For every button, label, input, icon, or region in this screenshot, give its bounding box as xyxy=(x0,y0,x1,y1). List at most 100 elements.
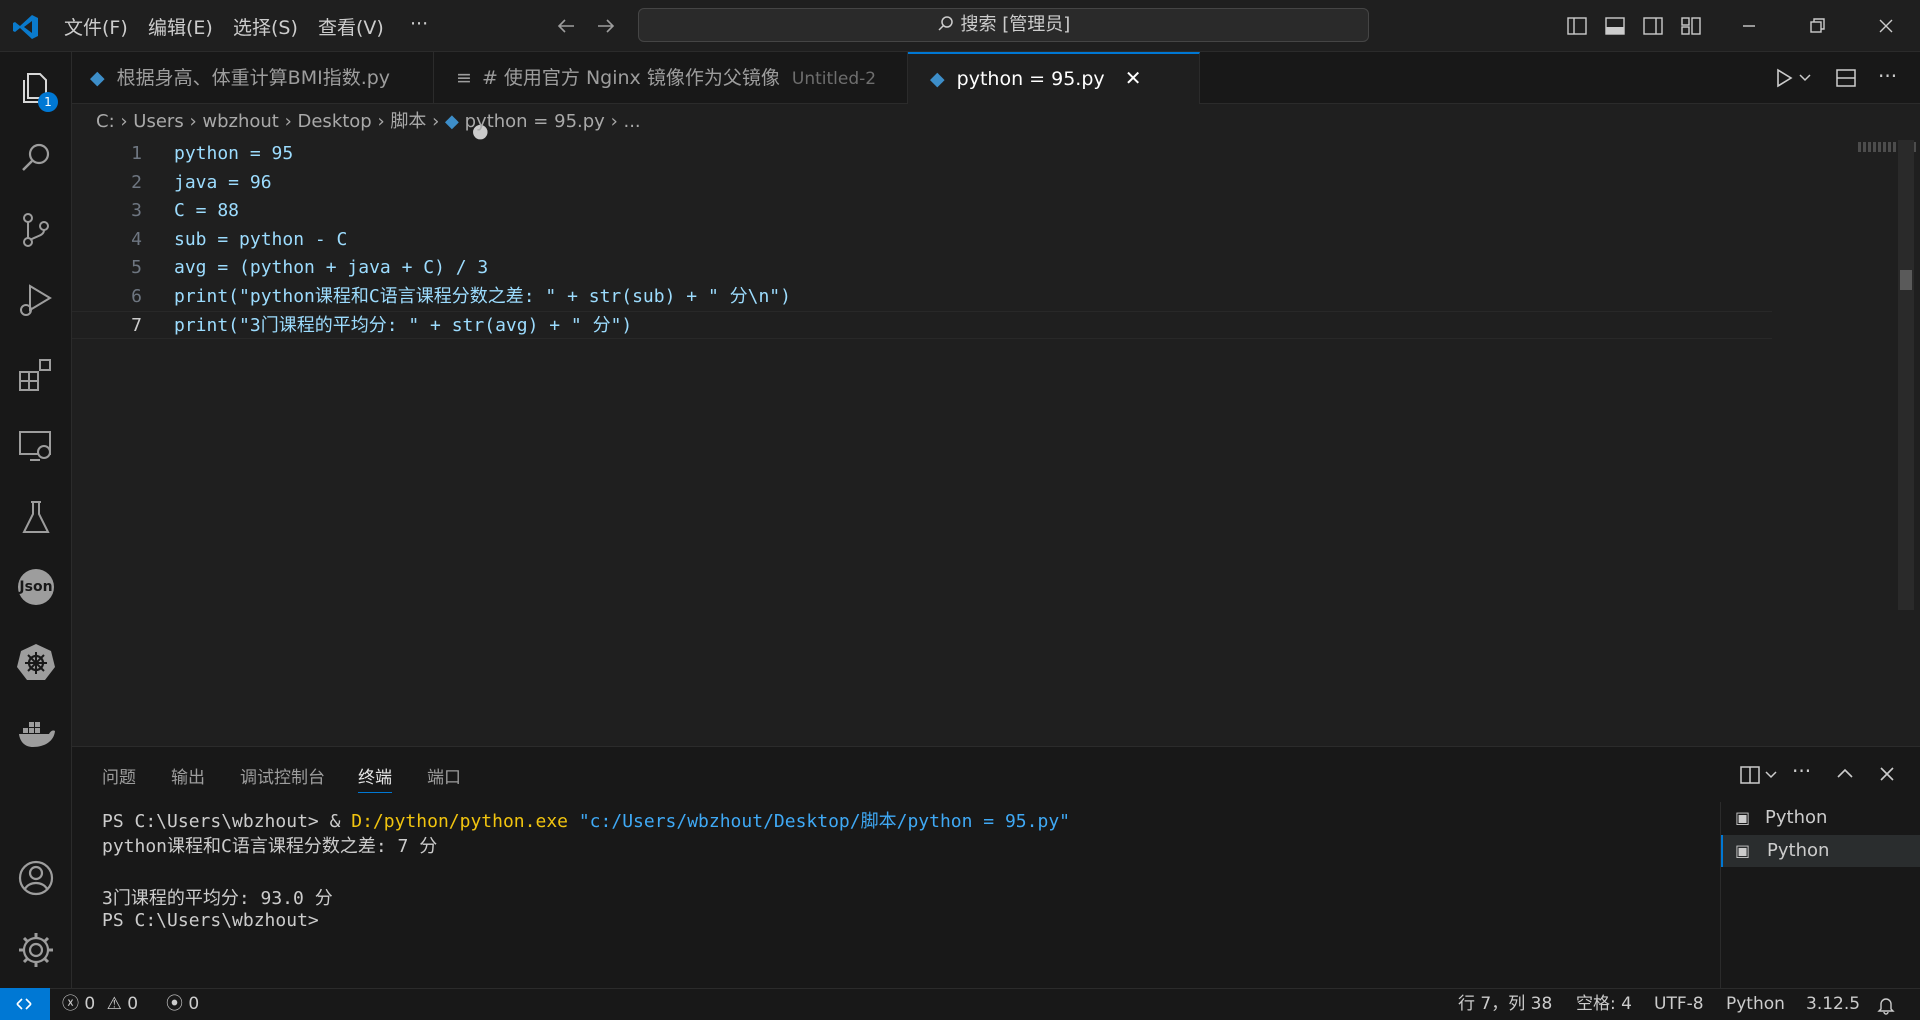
chevron-right-icon: › xyxy=(120,111,134,132)
json-extension-icon[interactable]: Json xyxy=(18,569,54,605)
code-line[interactable]: 1 python = 95 xyxy=(72,140,1772,168)
chevron-right-icon: › xyxy=(610,111,624,132)
menu-file[interactable]: 文件(F) xyxy=(64,13,128,40)
terminal-list-item[interactable]: ▣ Python xyxy=(1721,802,1920,834)
close-panel-icon[interactable] xyxy=(1876,763,1898,785)
explorer-badge: 1 xyxy=(38,92,58,112)
scrollbar-thumb[interactable] xyxy=(1900,270,1912,290)
code-line[interactable]: 4 sub = python - C xyxy=(72,226,1772,254)
panel-tab-ports[interactable]: 端口 xyxy=(427,763,461,788)
tab-python-95[interactable]: ◆ python = 95.py ✕ xyxy=(908,52,1200,104)
panel-tab-terminal[interactable]: 终端 xyxy=(358,763,392,793)
breadcrumb-item[interactable]: 脚本 xyxy=(390,111,426,132)
error-count: 0 xyxy=(84,994,96,1014)
extensions-icon[interactable] xyxy=(16,354,56,394)
toggle-secondary-sidebar-icon[interactable] xyxy=(1641,14,1665,38)
line-number: 3 xyxy=(131,200,142,221)
back-arrow-icon[interactable] xyxy=(554,14,578,38)
tab-untitled-2[interactable]: ≡ # 使用官方 Nginx 镜像作为父镜像 Untitled-2 ● xyxy=(434,52,908,142)
title-bar: 文件(F) 编辑(E) 选择(S) 查看(V) ··· 搜索 [管理员] xyxy=(0,0,1920,52)
code-line[interactable]: 6 print("python课程和C语言课程分数之差: " + str(sub… xyxy=(72,283,1772,311)
menu-selection[interactable]: 选择(S) xyxy=(233,13,298,40)
text-file-icon: ≡ xyxy=(456,67,472,89)
panel-tab-problems[interactable]: 问题 xyxy=(102,763,136,788)
more-actions-icon[interactable]: ··· xyxy=(1878,64,1897,88)
tab-bmi-file[interactable]: ◆ 根据身高、体重计算BMI指数.py xyxy=(72,52,434,104)
bottom-panel: 问题 输出 调试控制台 终端 端口 ··· PS C:\Users\wbzhou… xyxy=(72,746,1920,988)
terminal-icon: ▣ xyxy=(1735,808,1751,827)
breadcrumb-item[interactable]: Desktop xyxy=(298,111,372,132)
broadcast-icon: ⦿ xyxy=(166,994,183,1014)
status-bar: ⓧ 0 ⚠ 0 ⦿ 0 行 7，列 38 空格: 4 UTF-8 Python … xyxy=(0,988,1920,1020)
run-debug-icon[interactable] xyxy=(16,280,56,320)
minimize-icon[interactable] xyxy=(1737,14,1761,38)
line-number: 5 xyxy=(131,257,142,278)
source-control-icon[interactable] xyxy=(16,210,56,250)
code-text: print("python课程和C语言课程分数之差: " + str(sub) … xyxy=(174,286,791,307)
docker-icon[interactable] xyxy=(16,714,56,754)
breadcrumb-item[interactable]: Users xyxy=(133,111,183,132)
kubernetes-icon[interactable] xyxy=(16,642,56,682)
code-line[interactable]: 3 C = 88 xyxy=(72,197,1772,225)
testing-flask-icon[interactable] xyxy=(16,498,56,538)
command-center-search[interactable]: 搜索 [管理员] xyxy=(638,8,1369,42)
toggle-panel-icon[interactable] xyxy=(1603,14,1627,38)
code-line[interactable]: 5 avg = (python + java + C) / 3 xyxy=(72,254,1772,282)
code-line-current[interactable]: 7 print("3门课程的平均分: " + str(avg) + " 分") xyxy=(72,311,1772,339)
maximize-panel-icon[interactable] xyxy=(1834,763,1856,785)
minimap[interactable] xyxy=(1788,140,1918,746)
editor-tab-bar: ◆ 根据身高、体重计算BMI指数.py ≡ # 使用官方 Nginx 镜像作为父… xyxy=(72,52,1920,142)
forward-arrow-icon[interactable] xyxy=(594,14,618,38)
language-mode[interactable]: Python xyxy=(1726,989,1785,1020)
cursor-position[interactable]: 行 7，列 38 xyxy=(1458,989,1552,1020)
editor-scrollbar[interactable] xyxy=(1898,140,1914,610)
restore-icon[interactable] xyxy=(1805,14,1829,38)
tab-label: # 使用官方 Nginx 镜像作为父镜像 xyxy=(481,67,780,89)
problems-status[interactable]: ⓧ 0 ⚠ 0 xyxy=(62,989,138,1020)
ports-status[interactable]: ⦿ 0 xyxy=(166,989,199,1020)
code-line[interactable]: 2 java = 96 xyxy=(72,169,1772,197)
menu-edit[interactable]: 编辑(E) xyxy=(148,13,213,40)
menu-view[interactable]: 查看(V) xyxy=(318,13,384,40)
code-text: print("3门课程的平均分: " + str(avg) + " 分") xyxy=(174,315,633,336)
tab-close-icon[interactable]: ✕ xyxy=(1125,66,1142,90)
breadcrumb-item[interactable]: ... xyxy=(623,111,640,132)
menu-more[interactable]: ··· xyxy=(410,13,428,35)
split-editor-icon[interactable] xyxy=(1834,66,1858,90)
search-icon[interactable] xyxy=(16,138,56,178)
remote-explorer-icon[interactable] xyxy=(16,426,56,466)
terminal-prompt: PS C:\Users\wbzhout> & xyxy=(102,811,352,832)
close-window-icon[interactable] xyxy=(1874,14,1898,38)
notifications-bell-icon[interactable] xyxy=(1876,995,1896,1015)
breadcrumb-item[interactable]: python = 95.py xyxy=(465,111,605,132)
activity-bar: 1 Json xyxy=(0,52,72,988)
chevron-down-icon[interactable] xyxy=(1798,70,1812,84)
panel-more-icon[interactable]: ··· xyxy=(1792,759,1811,783)
breadcrumb-item[interactable]: C: xyxy=(96,111,115,132)
line-number: 1 xyxy=(131,143,142,164)
breadcrumb-item[interactable]: wbzhout xyxy=(202,111,278,132)
panel-tab-output[interactable]: 输出 xyxy=(171,763,205,788)
toggle-primary-sidebar-icon[interactable] xyxy=(1565,14,1589,38)
code-editor[interactable]: 1 python = 95 2 java = 96 3 C = 88 4 sub… xyxy=(72,140,1920,746)
terminal-list: ▣ Python ▣ Python xyxy=(1720,802,1920,988)
encoding-status[interactable]: UTF-8 xyxy=(1654,989,1704,1020)
terminal-output[interactable]: PS C:\Users\wbzhout> & D:/python/python.… xyxy=(72,807,1712,987)
search-label: 搜索 [管理员] xyxy=(960,14,1071,35)
new-terminal-split-icon[interactable] xyxy=(1738,763,1762,787)
run-file-icon[interactable] xyxy=(1772,66,1796,90)
remote-indicator-button[interactable] xyxy=(0,988,50,1020)
manage-gear-icon[interactable] xyxy=(16,930,56,970)
indentation-status[interactable]: 空格: 4 xyxy=(1576,989,1632,1020)
python-version[interactable]: 3.12.5 xyxy=(1806,989,1860,1020)
panel-tab-debug-console[interactable]: 调试控制台 xyxy=(240,763,325,788)
chevron-right-icon: › xyxy=(189,111,203,132)
terminal-output-line: python课程和C语言课程分数之差: 7 分 xyxy=(102,836,438,857)
customize-layout-icon[interactable] xyxy=(1679,14,1703,38)
account-icon[interactable] xyxy=(16,858,56,898)
chevron-down-icon[interactable] xyxy=(1764,767,1778,781)
terminal-list-item-selected[interactable]: ▣ Python xyxy=(1721,835,1920,867)
code-text: java = 96 xyxy=(174,172,272,193)
line-number: 2 xyxy=(131,172,142,193)
python-file-icon: ◆ xyxy=(445,111,459,132)
